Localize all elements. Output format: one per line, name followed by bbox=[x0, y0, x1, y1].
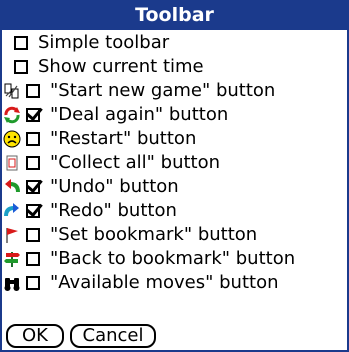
option-redo[interactable]: "Redo" button bbox=[2, 200, 177, 222]
flag-icon bbox=[2, 225, 22, 245]
deal-again-icon bbox=[2, 105, 22, 125]
checkbox[interactable] bbox=[26, 108, 40, 122]
checkbox[interactable] bbox=[14, 36, 28, 50]
option-label: "Set bookmark" button bbox=[50, 224, 258, 245]
undo-arrow-icon bbox=[2, 177, 22, 197]
option-available-moves[interactable]: "Available moves" button bbox=[2, 272, 279, 294]
checkbox[interactable] bbox=[26, 228, 40, 242]
option-label: "Available moves" button bbox=[50, 272, 279, 293]
option-show-current-time[interactable]: Show current time bbox=[14, 56, 204, 78]
checkbox[interactable] bbox=[26, 276, 40, 290]
option-label: Simple toolbar bbox=[38, 32, 170, 53]
option-set-bookmark[interactable]: "Set bookmark" button bbox=[2, 224, 257, 246]
option-label: Show current time bbox=[38, 56, 204, 77]
checkbox[interactable] bbox=[26, 204, 40, 218]
signpost-icon bbox=[2, 249, 22, 269]
option-restart[interactable]: "Restart" button bbox=[2, 128, 196, 150]
collect-card-icon bbox=[2, 153, 22, 173]
checkbox[interactable] bbox=[26, 252, 40, 266]
option-undo[interactable]: "Undo" button bbox=[2, 176, 179, 198]
option-label: "Redo" button bbox=[50, 200, 177, 221]
cards-shuffle-icon bbox=[2, 81, 22, 101]
toolbar-dialog: Toolbar Simple toolbar Show current time… bbox=[0, 0, 349, 352]
checkbox[interactable] bbox=[26, 156, 40, 170]
checkbox[interactable] bbox=[26, 132, 40, 146]
cancel-button[interactable]: Cancel bbox=[70, 324, 156, 348]
ok-button[interactable]: OK bbox=[6, 324, 64, 348]
option-label: "Back to bookmark" button bbox=[50, 248, 296, 269]
option-label: "Collect all" button bbox=[50, 152, 221, 173]
checkbox[interactable] bbox=[26, 84, 40, 98]
option-label: "Undo" button bbox=[50, 176, 179, 197]
option-collect-all[interactable]: "Collect all" button bbox=[2, 152, 220, 174]
option-label: "Start new game" button bbox=[50, 80, 276, 101]
dialog-title: Toolbar bbox=[2, 0, 347, 30]
option-deal-again[interactable]: "Deal again" button bbox=[2, 104, 228, 126]
checkbox[interactable] bbox=[26, 180, 40, 194]
option-start-new-game[interactable]: "Start new game" button bbox=[2, 80, 275, 102]
option-label: "Deal again" button bbox=[50, 104, 229, 125]
option-simple-toolbar[interactable]: Simple toolbar bbox=[14, 32, 169, 54]
option-label: "Restart" button bbox=[50, 128, 197, 149]
sad-face-icon bbox=[2, 129, 22, 149]
option-back-to-bookmark[interactable]: "Back to bookmark" button bbox=[2, 248, 295, 270]
redo-arrow-icon bbox=[2, 201, 22, 221]
checkbox[interactable] bbox=[14, 60, 28, 74]
binoculars-icon bbox=[2, 273, 22, 293]
